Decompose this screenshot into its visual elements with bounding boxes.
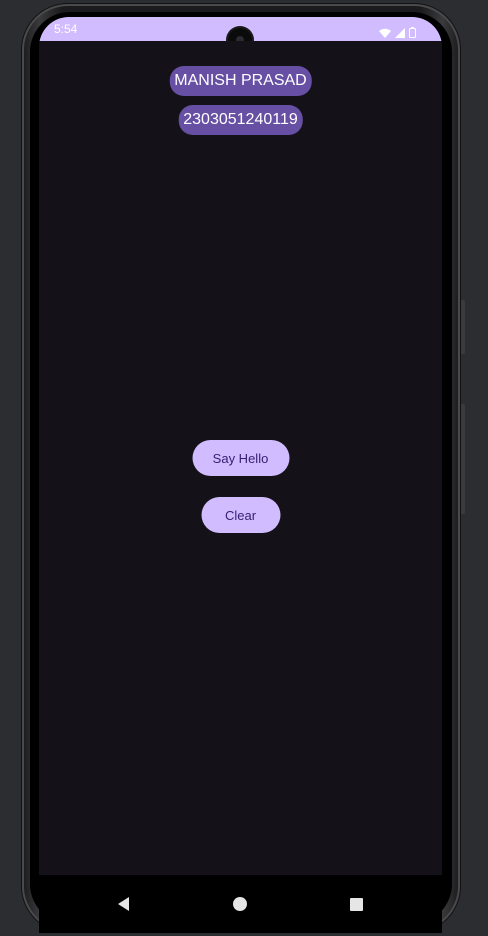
battery-icon <box>409 23 416 42</box>
clear-button[interactable]: Clear <box>201 497 280 533</box>
device-screen: 5:54 MANISH PRASAD 2303051240119 Say Hel… <box>39 17 442 933</box>
volume-button[interactable] <box>461 300 465 354</box>
app-content: MANISH PRASAD 2303051240119 Say Hello Cl… <box>39 41 442 875</box>
emulator-stage: 5:54 MANISH PRASAD 2303051240119 Say Hel… <box>0 0 488 936</box>
navigation-bar <box>39 875 442 933</box>
recents-icon[interactable] <box>341 889 371 919</box>
say-hello-button[interactable]: Say Hello <box>192 440 289 476</box>
status-icons <box>379 23 416 42</box>
name-label: MANISH PRASAD <box>169 66 312 96</box>
power-button[interactable] <box>461 404 465 514</box>
home-icon[interactable] <box>225 889 255 919</box>
signal-icon <box>395 23 405 42</box>
wifi-icon <box>379 23 391 42</box>
id-label: 2303051240119 <box>178 105 303 135</box>
status-time: 5:54 <box>54 22 78 36</box>
back-icon[interactable] <box>109 889 139 919</box>
